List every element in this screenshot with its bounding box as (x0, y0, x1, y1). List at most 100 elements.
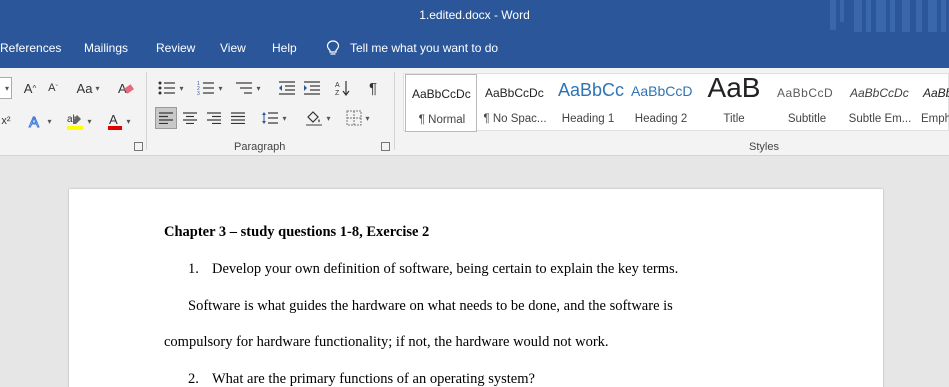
title-bar: 1.edited.docx - Word (0, 0, 949, 58)
paragraph-group-label: Paragraph (234, 141, 286, 153)
svg-text:A: A (335, 82, 340, 89)
increase-indent-icon (304, 81, 320, 95)
align-right-button[interactable] (203, 107, 225, 129)
increase-indent-button[interactable] (301, 77, 323, 99)
style-heading-1-preview: AaBbCc (558, 80, 624, 100)
styles-group-label: Styles (749, 141, 779, 153)
style-heading-2[interactable]: AaBbCcD Heading 2 (625, 74, 697, 132)
highlighter-icon: ab (67, 114, 84, 130)
font-group-separator (146, 72, 147, 150)
tell-me-box[interactable]: Tell me what you want to do (326, 40, 498, 56)
change-case-label: Aa (76, 80, 93, 96)
lightbulb-icon (326, 40, 340, 55)
sort-button[interactable]: AZ (332, 77, 354, 99)
shrink-font-label: A (48, 82, 56, 94)
style-no-spacing-label: ¶ No Spac... (483, 113, 547, 125)
svg-text:A: A (109, 112, 118, 127)
decrease-indent-button[interactable] (276, 77, 298, 99)
multilevel-list-icon (236, 82, 253, 94)
align-center-icon (183, 112, 197, 124)
style-title[interactable]: AaB Title (698, 74, 770, 132)
sort-icon: AZ (335, 81, 350, 96)
change-case-button[interactable]: Aa ▾ (72, 77, 104, 99)
tab-references[interactable]: References (0, 41, 61, 55)
style-subtle-emphasis-preview: AaBbCcDc (850, 86, 909, 100)
numbering-icon: 123 (197, 81, 215, 95)
tab-help[interactable]: Help (272, 41, 297, 55)
align-left-button[interactable] (155, 107, 177, 129)
highlight-color-button[interactable]: ab ▾ (62, 110, 96, 132)
grow-font-button[interactable]: A ^ (20, 77, 40, 99)
align-right-icon (207, 112, 221, 124)
question-2-text[interactable]: What are the primary functions of an ope… (212, 371, 535, 387)
ribbon-tabs: References Mailings Review View Help Tel… (0, 32, 949, 68)
align-center-button[interactable] (179, 107, 201, 129)
style-subtle-emphasis-label: Subtle Em... (848, 113, 912, 125)
paint-bucket-icon (306, 111, 323, 126)
borders-icon (346, 110, 362, 126)
style-heading-2-preview: AaBbCcD (631, 83, 693, 99)
tab-view[interactable]: View (220, 41, 246, 55)
question-2-number: 2. (188, 371, 199, 387)
bullets-button[interactable]: ▾ (155, 77, 187, 99)
tab-mailings[interactable]: Mailings (84, 41, 128, 55)
svg-text:Z: Z (335, 90, 340, 96)
style-heading-1-label: Heading 1 (561, 113, 615, 125)
style-no-spacing[interactable]: AaBbCcDc ¶ No Spac... (479, 74, 551, 132)
line-spacing-button[interactable]: ▾ (258, 107, 290, 129)
style-subtitle[interactable]: AaBbCcD Subtitle (771, 74, 843, 132)
document-canvas[interactable]: Chapter 3 – study questions 1-8, Exercis… (0, 157, 949, 387)
window-title: 1.edited.docx - Word (419, 8, 530, 22)
eraser-icon: A (118, 81, 134, 96)
style-emphasis-preview: AaBb (923, 86, 949, 100)
shrink-font-button[interactable]: Aˇ (44, 77, 62, 99)
line-spacing-icon (262, 112, 279, 124)
style-subtitle-preview: AaBbCcD (777, 86, 834, 100)
shading-button[interactable]: ▾ (302, 107, 334, 129)
clear-formatting-button[interactable]: A (114, 77, 138, 99)
document-page[interactable]: Chapter 3 – study questions 1-8, Exercis… (69, 189, 883, 387)
text-effects-icon: A (29, 114, 40, 130)
style-emphasis[interactable]: AaBb Emph (917, 74, 949, 132)
question-1-number: 1. (188, 261, 199, 277)
justify-icon (231, 112, 245, 124)
font-size-dropdown[interactable]: ▾ (0, 77, 12, 99)
ribbon: ▾ A ^ Aˇ Aa ▾ A x² A ▾ ab ▾ A ▾ ▾ 1 2 3 ▾ ▾ AZ ¶ (0, 68, 949, 156)
decrease-indent-icon (279, 81, 295, 95)
superscript-button[interactable]: x² (0, 110, 12, 132)
numbering-button[interactable]: 1 2 3 ▾ (194, 77, 226, 99)
paragraph-group-separator (394, 72, 395, 150)
tab-review[interactable]: Review (156, 41, 195, 55)
style-title-label: Title (723, 113, 745, 125)
style-normal-preview: AaBbCcDc (412, 87, 471, 101)
style-no-spacing-preview: AaBbCcDc (485, 86, 544, 100)
grow-font-label: A (23, 80, 33, 96)
paragraph-dialog-launcher[interactable] (381, 142, 390, 151)
style-normal[interactable]: AaBbCcDc ¶ Normal (405, 74, 477, 132)
bullets-icon (158, 81, 176, 95)
styles-gallery: AaBbCcDc ¶ Normal AaBbCcDc ¶ No Spac... … (403, 73, 949, 132)
multilevel-list-button[interactable]: ▾ (232, 77, 264, 99)
tell-me-text: Tell me what you want to do (350, 41, 499, 55)
style-subtle-emphasis[interactable]: AaBbCcDc Subtle Em... (844, 74, 916, 132)
question-1-text[interactable]: Develop your own definition of software,… (212, 261, 678, 278)
style-emphasis-label: Emph (921, 113, 949, 125)
font-color-button[interactable]: A ▾ (102, 110, 136, 132)
chapter-heading[interactable]: Chapter 3 – study questions 1-8, Exercis… (164, 224, 429, 241)
style-heading-1[interactable]: AaBbCc Heading 1 (552, 74, 624, 132)
style-subtitle-label: Subtitle (787, 113, 827, 125)
answer-1-line-2[interactable]: compulsory for hardware functionality; i… (164, 334, 609, 351)
show-formatting-marks-button[interactable]: ¶ (362, 77, 384, 99)
align-left-icon (159, 112, 173, 124)
font-dialog-launcher[interactable] (134, 142, 143, 151)
style-normal-label: ¶ Normal (418, 114, 466, 126)
style-heading-2-label: Heading 2 (634, 113, 688, 125)
answer-1-line-1[interactable]: Software is what guides the hardware on … (188, 298, 673, 315)
justify-button[interactable] (227, 107, 249, 129)
style-title-preview: AaB (707, 74, 761, 103)
svg-text:3: 3 (197, 91, 200, 95)
font-color-icon: A (108, 112, 123, 130)
text-effects-button[interactable]: A ▾ (26, 110, 54, 132)
borders-button[interactable]: ▾ (342, 107, 374, 129)
svg-text:A: A (29, 114, 39, 129)
